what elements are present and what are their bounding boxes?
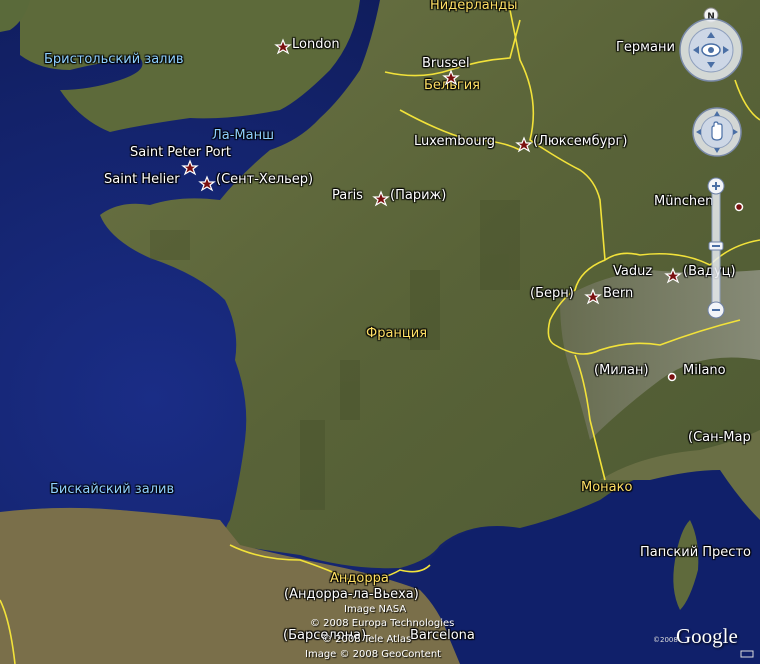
- paris-alt-label: (Париж): [390, 188, 447, 203]
- monaco-label: Монако: [581, 480, 633, 495]
- attribution-europa: © 2008 Europa Technologies: [310, 618, 455, 629]
- saint-peter-port-label: Saint Peter Port: [130, 145, 232, 160]
- barcelona-label: Barcelona: [410, 628, 475, 643]
- la-manche-label: Ла-Манш: [212, 128, 275, 143]
- bern-label: Bern: [603, 286, 634, 301]
- bristol-channel-label: Бристольский залив: [44, 52, 184, 67]
- netherlands-label: Нидерланды: [430, 0, 518, 13]
- saint-helier-alt-label: (Сент-Хельер): [216, 172, 314, 187]
- look-control[interactable]: N: [678, 6, 744, 92]
- luxembourg-label: Luxembourg: [414, 134, 496, 149]
- scale-icon: [740, 650, 754, 658]
- google-logo: Google: [676, 624, 738, 648]
- saint-helier-label: Saint Helier: [104, 172, 180, 187]
- france-label: Франция: [366, 326, 428, 341]
- brussel-label: Brussel: [422, 56, 470, 71]
- andorra-country-label: Андорра: [330, 571, 389, 586]
- attribution-teleatlas: © 2008 Tele Atlas: [322, 634, 412, 645]
- milano-alt-label: (Милан): [594, 363, 649, 378]
- paris-label: Paris: [332, 188, 363, 203]
- biscay-label: Бискайский залив: [50, 482, 175, 497]
- london-label: London: [292, 37, 340, 52]
- luxembourg-alt-label: (Люксембург): [533, 134, 628, 149]
- hand-icon: [711, 121, 723, 141]
- attribution-geocontent: Image © 2008 GeoContent: [305, 649, 442, 660]
- bern-alt-label: (Берн): [530, 286, 574, 301]
- move-control[interactable]: [691, 106, 743, 158]
- germany-label: Германи: [616, 40, 675, 55]
- belgium-label: Бельгия: [424, 78, 480, 93]
- vaduz-label: Vaduz: [613, 264, 653, 279]
- small-copyright: ©2008: [653, 636, 678, 644]
- papal-label: Папский Престо: [640, 545, 751, 560]
- andorra-label: (Андорра-ла-Вьеха): [284, 587, 419, 602]
- zoom-slider[interactable]: [705, 176, 727, 322]
- milano-label: Milano: [683, 363, 726, 378]
- attribution-nasa: Image NASA: [344, 604, 407, 615]
- san-marino-label: (Сан-Мар: [688, 430, 751, 445]
